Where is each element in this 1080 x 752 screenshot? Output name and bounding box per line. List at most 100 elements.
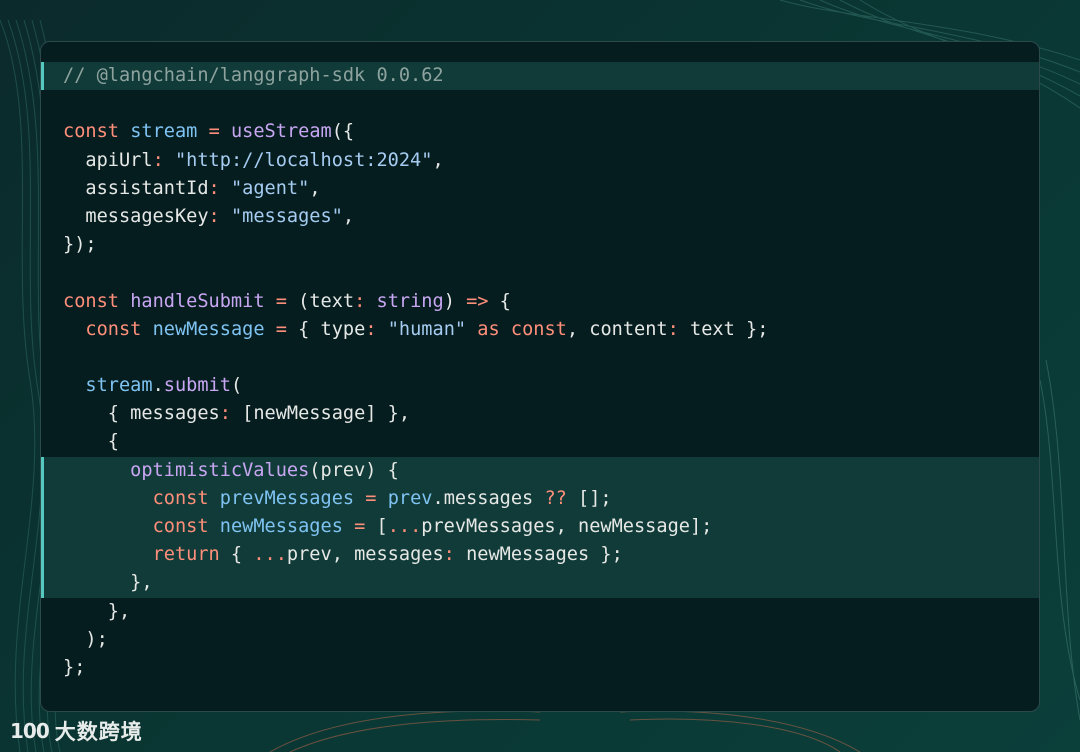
code-token: []; (566, 487, 612, 509)
code-token: ] }, (365, 403, 411, 425)
code-line: messagesKey: "messages", (41, 203, 1039, 231)
code-token: stream (130, 121, 198, 143)
code-token: ( (286, 290, 310, 312)
code-token: prev (320, 459, 366, 481)
code-token: return (152, 544, 220, 566)
code-line: }); (41, 231, 1039, 259)
code-token: { (63, 403, 131, 425)
code-token: , (331, 544, 355, 566)
code-token: content (589, 318, 668, 340)
code-line: const newMessage = { type: "human" as co… (41, 316, 1039, 344)
code-token: messages (443, 487, 534, 509)
code-block: // @langchain/langgraph-sdk 0.0.62 const… (41, 62, 1039, 682)
code-token: "agent" (230, 177, 310, 199)
code-token: { (286, 318, 321, 340)
code-token: prev (286, 544, 332, 566)
code-token: const (63, 290, 119, 312)
code-token: type (320, 318, 366, 340)
code-token: : (208, 205, 220, 227)
code-token: , (432, 149, 444, 171)
code-token: const (152, 487, 209, 509)
code-token: }); (63, 234, 97, 256)
code-line-highlighted: optimisticValues(prev) { (41, 456, 1039, 486)
code-token: : (219, 403, 231, 425)
code-token: }; (734, 318, 769, 340)
code-token: handleSubmit (130, 290, 265, 312)
code-line-highlighted: const prevMessages = prev.messages ?? []… (41, 484, 1039, 514)
code-token: messages (354, 544, 444, 566)
code-token: = (208, 121, 220, 143)
code-token: as (477, 318, 500, 340)
code-token: , (555, 516, 579, 537)
code-token: = (275, 318, 287, 340)
code-token: , (342, 205, 355, 227)
code-token: newMessages (219, 516, 343, 537)
code-token: prevMessages (219, 487, 355, 509)
code-token: : (365, 318, 377, 340)
code-token: = (275, 290, 287, 312)
code-token: "http://localhost:2024" (174, 149, 433, 171)
watermark-logo: 100 (10, 719, 50, 743)
code-token: ); (63, 628, 108, 650)
code-token: }; (589, 544, 623, 566)
code-token: : (208, 177, 220, 199)
code-line-highlighted: const newMessages = [...prevMessages, ne… (41, 513, 1039, 542)
code-token: assistantId (63, 177, 209, 199)
code-token: : (667, 318, 679, 340)
code-token: : (354, 290, 366, 312)
code-token: => (466, 290, 489, 312)
code-token: text (309, 290, 355, 312)
code-token: const (85, 318, 142, 340)
code-line: stream.submit( (41, 372, 1039, 400)
code-token: ... (387, 516, 422, 537)
code-token: ... (253, 544, 287, 566)
code-line: const handleSubmit = (text: string) => { (41, 288, 1039, 316)
code-token: }; (63, 656, 86, 678)
code-token: = (354, 516, 366, 537)
code-token: , (566, 318, 590, 340)
code-token: "human" (387, 318, 467, 340)
code-token: ( (309, 459, 321, 481)
code-token: ?? (544, 487, 567, 509)
code-token: newMessage (578, 516, 690, 537)
code-token: ({ (331, 121, 355, 143)
code-line: { (41, 428, 1039, 456)
code-line: apiUrl: "http://localhost:2024", (41, 147, 1039, 175)
code-token: const (63, 121, 119, 143)
code-token: , (309, 177, 321, 199)
code-token: const (152, 516, 209, 537)
code-token: messages (130, 403, 220, 425)
code-token: newMessage (253, 403, 366, 425)
code-token: ) (443, 290, 467, 312)
code-token: : (152, 149, 164, 171)
code-token: text (690, 318, 735, 340)
code-token: submit (163, 375, 231, 397)
code-token: { (219, 544, 254, 566)
code-token: useStream (230, 121, 332, 143)
code-token: . (432, 487, 444, 509)
code-token: . (152, 375, 164, 397)
watermark-text: 大数跨境 (54, 720, 143, 744)
code-line: ); (41, 626, 1039, 654)
code-token: { (488, 290, 511, 312)
